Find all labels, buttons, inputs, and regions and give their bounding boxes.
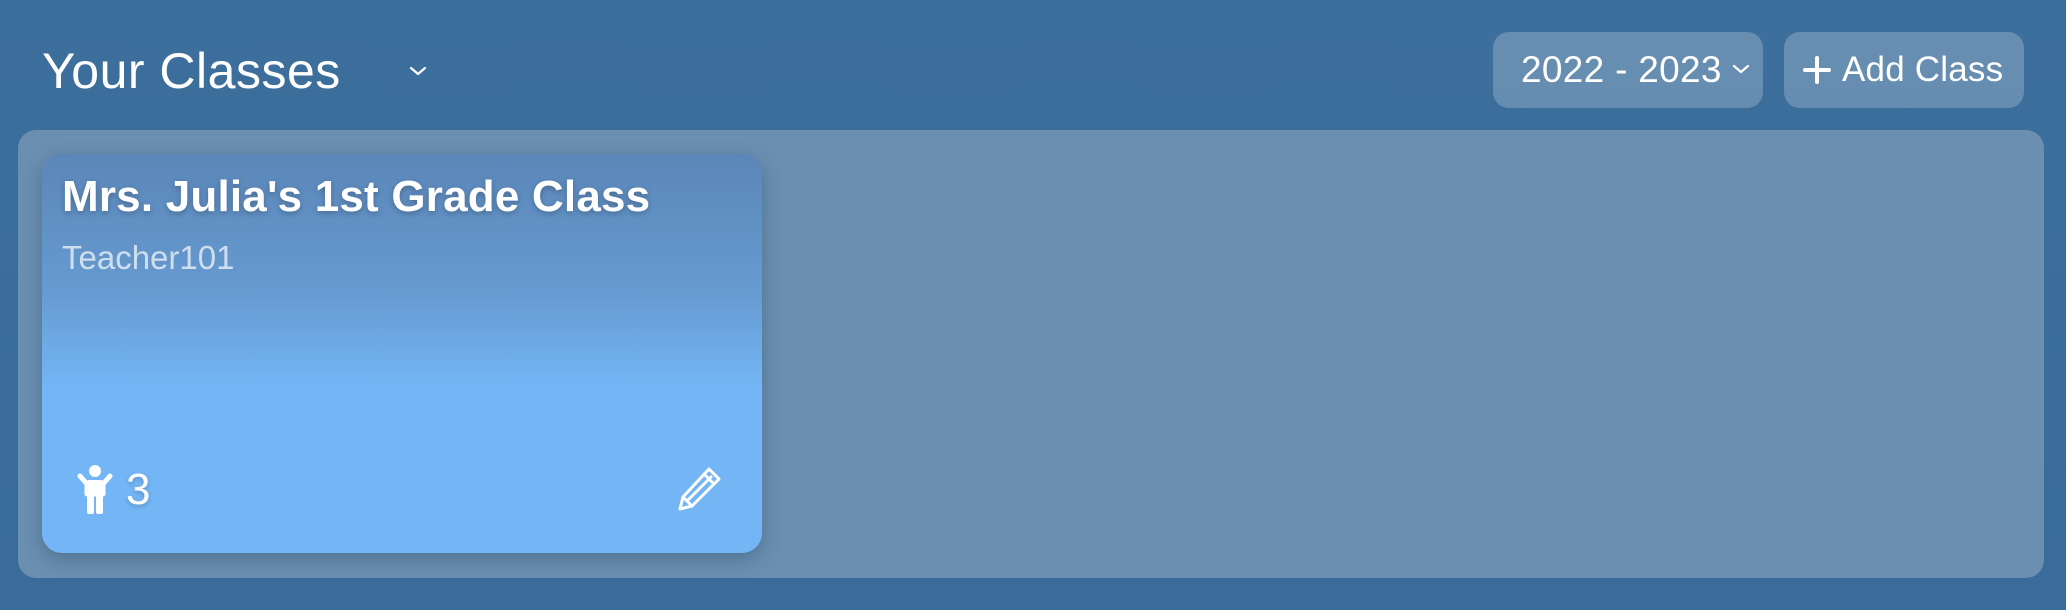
class-card[interactable]: Mrs. Julia's 1st Grade Class Teacher101 …	[42, 154, 762, 553]
edit-class-button[interactable]	[672, 462, 728, 518]
plus-icon	[1802, 55, 1832, 85]
class-name: Mrs. Julia's 1st Grade Class	[62, 172, 651, 221]
chevron-down-icon[interactable]	[405, 58, 431, 84]
school-year-select[interactable]: 2022 - 2023	[1493, 32, 1763, 108]
teacher-name: Teacher101	[62, 239, 235, 276]
add-class-button[interactable]: Add Class	[1784, 32, 2024, 108]
school-year-value: 2022 - 2023	[1521, 49, 1722, 90]
header: Your Classes 2022 - 2023 Add Class	[0, 0, 2066, 130]
student-count: 3	[126, 465, 151, 514]
add-class-label: Add Class	[1842, 50, 2004, 89]
student-count-badge: 3	[76, 462, 150, 518]
chevron-down-icon	[1729, 57, 1753, 81]
pencil-icon	[675, 463, 725, 518]
class-menu-toggle[interactable]: Your Classes	[42, 38, 431, 104]
page-title: Your Classes	[42, 43, 341, 99]
child-icon	[76, 464, 114, 516]
classes-panel: Mrs. Julia's 1st Grade Class Teacher101 …	[18, 130, 2044, 578]
